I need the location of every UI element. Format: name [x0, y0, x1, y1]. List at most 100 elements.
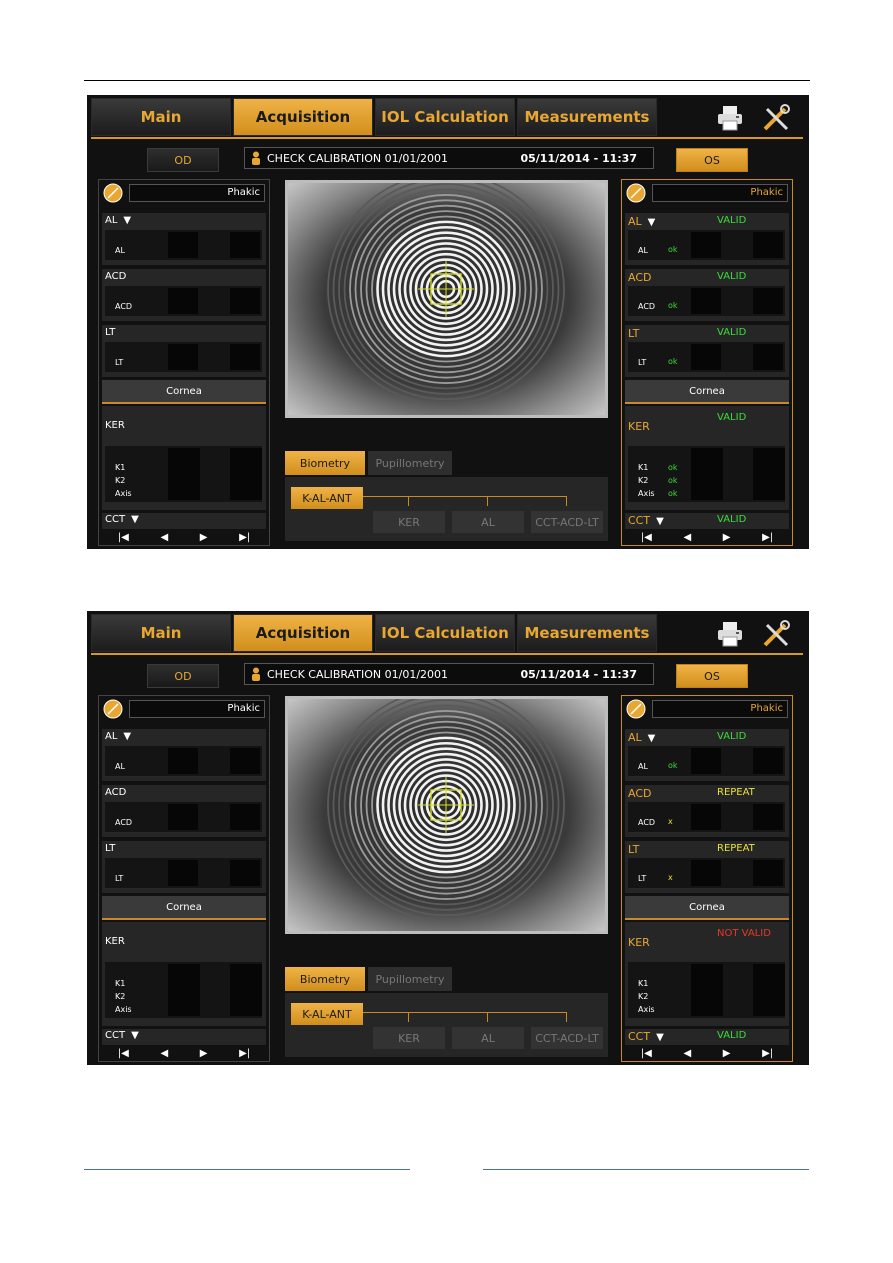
acd-result-mark: ok	[668, 301, 678, 310]
tab-main[interactable]: Main	[91, 614, 231, 652]
os-button[interactable]: OS	[676, 148, 748, 172]
os-panel: Phakic AL ▼ VALID AL ok ACD REPEAT ACD x …	[621, 695, 793, 1062]
status-bar: CHECK CALIBRATION 01/01/2001 05/11/2014 …	[244, 147, 654, 169]
prev-button[interactable]: ◀	[160, 1048, 168, 1059]
axis-label: Axis	[115, 489, 132, 498]
acd-sub-label: ACD	[638, 818, 656, 827]
k1-result-mark: ok	[668, 463, 678, 472]
tab-biometry[interactable]: Biometry	[285, 451, 365, 475]
lens-icon[interactable]	[626, 699, 646, 719]
acd-block: ACD REPEAT ACD x	[625, 785, 789, 837]
k1-label: K1	[115, 979, 126, 988]
lens-icon[interactable]	[103, 699, 123, 719]
cornea-header: Cornea	[102, 896, 266, 920]
cct-acd-lt-step-button[interactable]: CCT-ACD-LT	[531, 1027, 603, 1049]
printer-icon[interactable]	[715, 103, 745, 133]
tab-measurements[interactable]: Measurements	[517, 614, 657, 652]
acd-label: ACD	[105, 787, 127, 798]
first-button[interactable]: |◀	[641, 532, 652, 543]
lt-result-mark: x	[668, 873, 673, 882]
tab-iol-calculation[interactable]: IOL Calculation	[375, 614, 515, 652]
lens-status-field[interactable]: Phakic	[129, 700, 265, 718]
acquisition-screenshot-1: Main Acquisition IOL Calculation Measure…	[87, 95, 809, 549]
cct-block: CCT ▼ VALID	[625, 1029, 789, 1045]
lens-icon[interactable]	[103, 183, 123, 203]
next-button[interactable]: ▶	[723, 532, 731, 543]
first-button[interactable]: |◀	[118, 532, 129, 543]
tab-iol-calculation[interactable]: IOL Calculation	[375, 98, 515, 136]
top-rule	[84, 80, 810, 81]
cct-block: CCT ▼	[102, 1029, 266, 1045]
ker-status: VALID	[717, 412, 747, 423]
lt-block: LT REPEAT LT x	[625, 841, 789, 893]
ker-step-button[interactable]: KER	[373, 1027, 445, 1049]
os-button[interactable]: OS	[676, 664, 748, 688]
ker-block: KER K1 K2 Axis	[102, 406, 266, 510]
k2-label: K2	[115, 992, 126, 1001]
lt-label: LT	[628, 843, 640, 856]
prev-button[interactable]: ◀	[683, 532, 691, 543]
od-button[interactable]: OD	[147, 148, 219, 172]
cct-label: CCT ▼	[628, 1030, 664, 1043]
last-button[interactable]: ▶|	[239, 532, 250, 543]
prev-button[interactable]: ◀	[683, 1048, 691, 1059]
lens-status-field[interactable]: Phakic	[652, 700, 788, 718]
acquisition-sequence: K-AL-ANT KER AL CCT-ACD-LT	[285, 993, 608, 1057]
tab-underline	[91, 653, 803, 655]
al-step-button[interactable]: AL	[452, 511, 524, 533]
datetime: 05/11/2014 - 11:37	[520, 667, 637, 681]
lens-row: Phakic	[101, 182, 267, 204]
k-al-ant-button[interactable]: K-AL-ANT	[291, 1003, 363, 1025]
k1-label: K1	[638, 463, 649, 472]
tab-main[interactable]: Main	[91, 98, 231, 136]
printer-icon[interactable]	[715, 619, 745, 649]
tools-icon[interactable]	[761, 619, 791, 649]
al-label: AL ▼	[105, 215, 132, 226]
od-button[interactable]: OD	[147, 664, 219, 688]
tools-icon[interactable]	[761, 103, 791, 133]
tab-bar: Main Acquisition IOL Calculation Measure…	[91, 98, 803, 138]
al-step-button[interactable]: AL	[452, 1027, 524, 1049]
first-button[interactable]: |◀	[118, 1048, 129, 1059]
status-bar: CHECK CALIBRATION 01/01/2001 05/11/2014 …	[244, 663, 654, 685]
lens-row: Phakic	[101, 698, 267, 720]
acd-label: ACD	[628, 787, 652, 800]
acd-sub-label: ACD	[115, 818, 133, 827]
connector-tick	[566, 496, 567, 506]
keratometer-camera-view	[285, 180, 608, 418]
tab-biometry[interactable]: Biometry	[285, 967, 365, 991]
person-icon	[252, 151, 260, 165]
al-label: AL ▼	[628, 731, 656, 744]
last-button[interactable]: ▶|	[762, 532, 773, 543]
lt-block: LT LT	[102, 325, 266, 377]
ker-step-button[interactable]: KER	[373, 511, 445, 533]
acd-status: REPEAT	[717, 787, 755, 798]
tab-acquisition[interactable]: Acquisition	[233, 98, 373, 136]
al-block: AL ▼ VALID AL ok	[625, 729, 789, 781]
last-button[interactable]: ▶|	[239, 1048, 250, 1059]
first-button[interactable]: |◀	[641, 1048, 652, 1059]
axis-label: Axis	[638, 1005, 655, 1014]
lens-status-field[interactable]: Phakic	[129, 184, 265, 202]
cct-acd-lt-step-button[interactable]: CCT-ACD-LT	[531, 511, 603, 533]
next-button[interactable]: ▶	[200, 1048, 208, 1059]
next-button[interactable]: ▶	[723, 1048, 731, 1059]
ker-block: KER NOT VALID K1 K2 Axis	[625, 922, 789, 1026]
al-status: VALID	[717, 215, 747, 226]
tab-acquisition[interactable]: Acquisition	[233, 614, 373, 652]
al-result-mark: ok	[668, 245, 678, 254]
next-button[interactable]: ▶	[200, 532, 208, 543]
tab-measurements[interactable]: Measurements	[517, 98, 657, 136]
tab-pupillometry[interactable]: Pupillometry	[368, 967, 452, 991]
k-al-ant-button[interactable]: K-AL-ANT	[291, 487, 363, 509]
lt-sub-label: LT	[638, 874, 647, 883]
prev-button[interactable]: ◀	[160, 532, 168, 543]
lt-sub-label: LT	[638, 358, 647, 367]
last-button[interactable]: ▶|	[762, 1048, 773, 1059]
cct-status: VALID	[717, 1030, 747, 1041]
k1-label: K1	[115, 463, 126, 472]
lens-status-field[interactable]: Phakic	[652, 184, 788, 202]
lens-icon[interactable]	[626, 183, 646, 203]
al-label: AL ▼	[628, 215, 656, 228]
tab-pupillometry[interactable]: Pupillometry	[368, 451, 452, 475]
